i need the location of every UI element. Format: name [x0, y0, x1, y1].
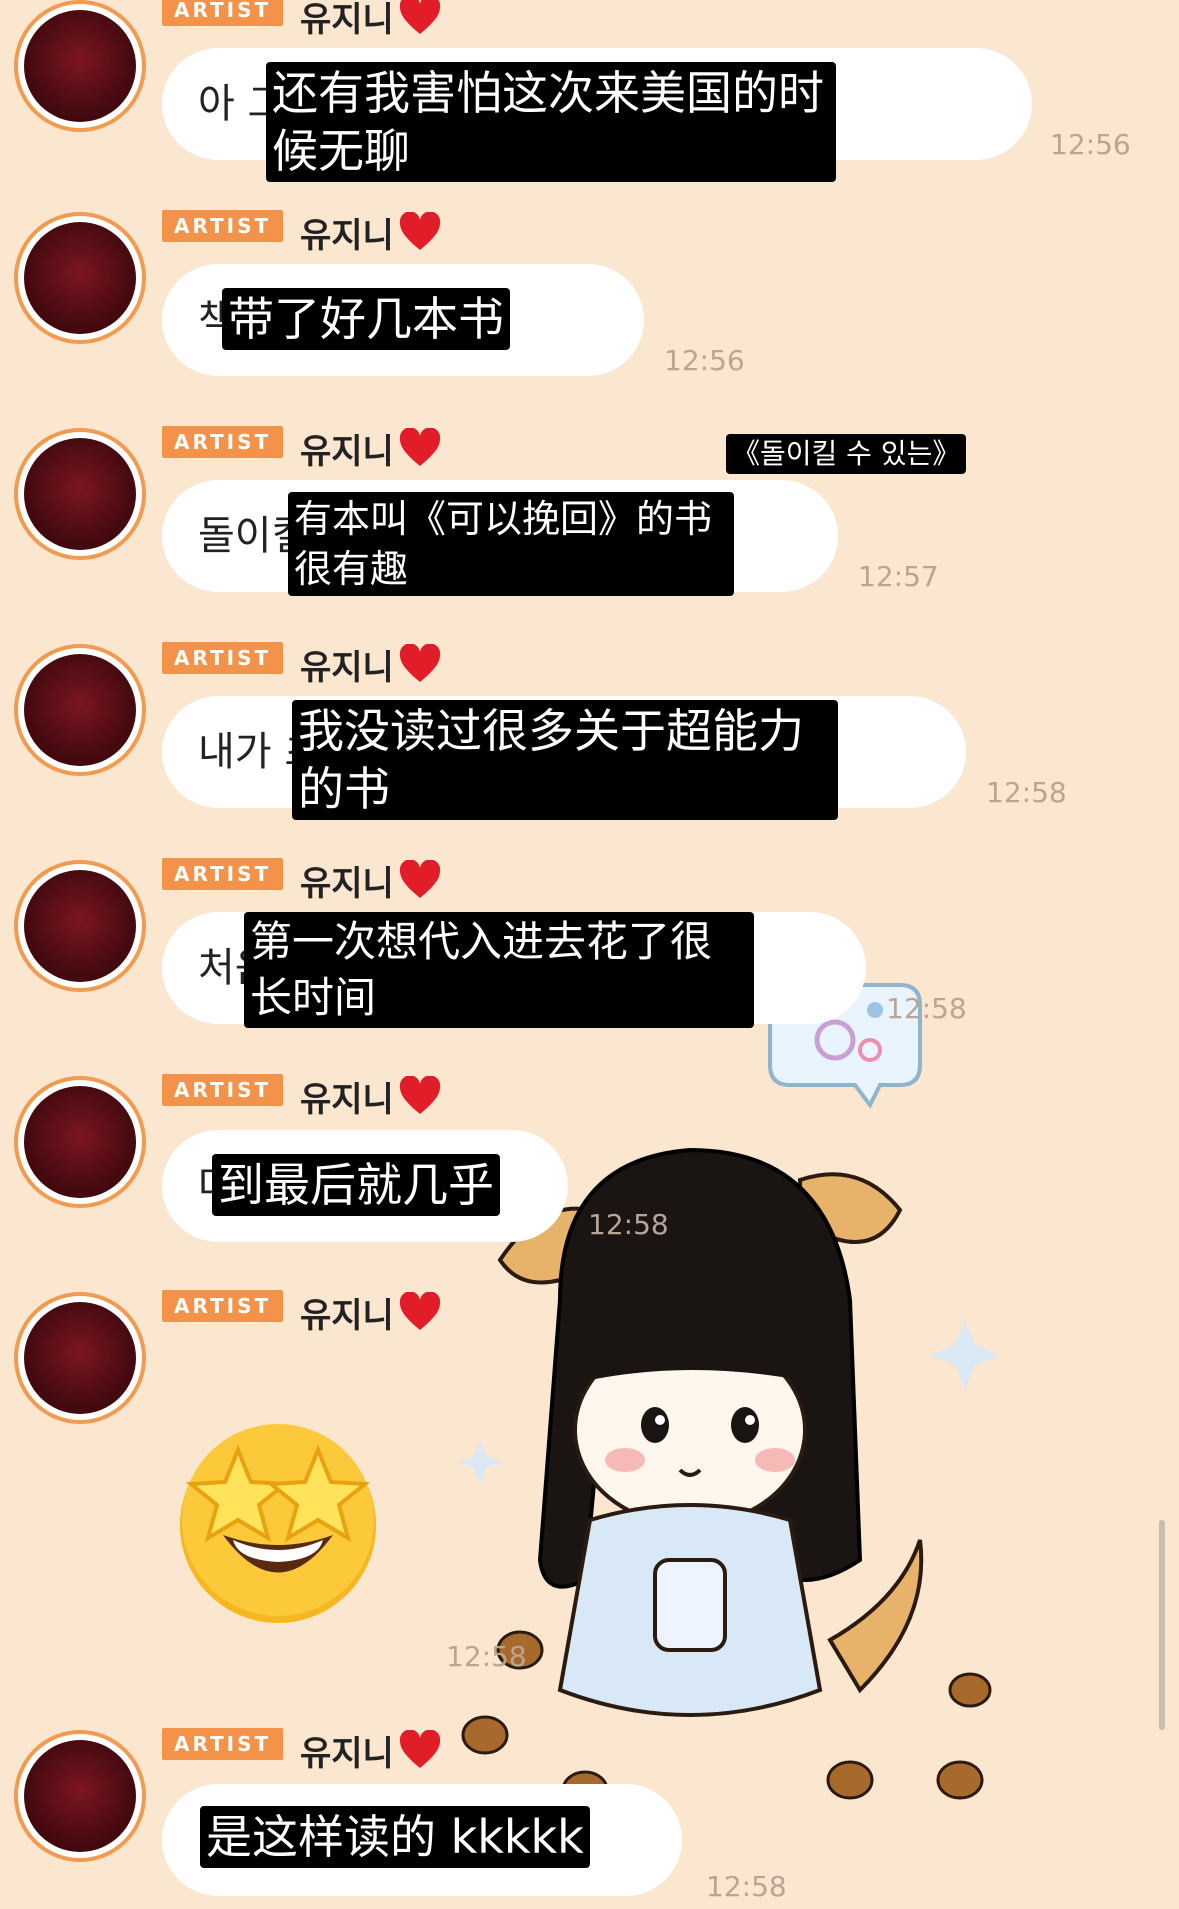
- avatar[interactable]: [14, 1076, 146, 1208]
- timestamp: 12:57: [858, 560, 939, 593]
- avatar[interactable]: [14, 212, 146, 344]
- avatar-image: [24, 870, 136, 982]
- heart-icon: [399, 0, 441, 34]
- translation-overlay: 还有我害怕这次来美国的时候无聊: [266, 62, 836, 182]
- sender-name: 유지니: [300, 1734, 394, 1774]
- sender-name: 유지니: [300, 864, 394, 904]
- avatar[interactable]: [14, 428, 146, 560]
- avatar-image: [24, 10, 136, 122]
- avatar-image: [24, 438, 136, 550]
- sender-name: 유지니: [300, 1296, 394, 1336]
- avatar-image: [24, 1302, 136, 1414]
- artist-badge: ARTIST: [162, 0, 284, 26]
- timestamp: 12:58: [446, 1640, 527, 1673]
- translation-overlay: 带了好几本书: [222, 288, 510, 350]
- timestamp: 12:58: [706, 1870, 787, 1903]
- timestamp: 12:58: [886, 992, 967, 1025]
- translation-overlay: 第一次想代入进去花了很长时间: [244, 912, 754, 1028]
- heart-icon: [399, 428, 441, 466]
- artist-badge: ARTIST: [162, 642, 284, 674]
- artist-badge: ARTIST: [162, 858, 284, 890]
- sender-name: 유지니: [300, 1080, 394, 1120]
- avatar[interactable]: [14, 0, 146, 132]
- avatar[interactable]: [14, 1292, 146, 1424]
- artist-badge: ARTIST: [162, 1290, 284, 1322]
- translation-overlay: 到最后就几乎: [212, 1154, 500, 1216]
- avatar-image: [24, 1086, 136, 1198]
- timestamp: 12:56: [664, 344, 745, 377]
- heart-icon: [399, 212, 441, 250]
- translation-overlay: 我没读过很多关于超能力的书: [292, 700, 838, 820]
- sender-name: 유지니: [300, 648, 394, 688]
- heart-icon: [399, 644, 441, 682]
- timestamp: 12:56: [1050, 128, 1131, 161]
- sender-name: 유지니: [300, 432, 394, 472]
- heart-icon: [399, 1730, 441, 1768]
- translation-overlay: 是这样读的 kkkkk: [200, 1806, 590, 1868]
- avatar-image: [24, 222, 136, 334]
- avatar-image: [24, 1740, 136, 1852]
- timestamp: 12:58: [986, 776, 1067, 809]
- artist-badge: ARTIST: [162, 1074, 284, 1106]
- timestamp: 12:58: [588, 1208, 669, 1241]
- avatar-image: [24, 654, 136, 766]
- avatar[interactable]: [14, 1730, 146, 1862]
- title-note: 《돌이킬 수 있는》: [726, 434, 967, 474]
- heart-icon: [399, 860, 441, 898]
- scrollbar[interactable]: [1159, 1520, 1165, 1730]
- sender-name: 유지니: [300, 216, 394, 256]
- heart-icon: [399, 1076, 441, 1114]
- heart-icon: [399, 1292, 441, 1330]
- artist-badge: ARTIST: [162, 210, 284, 242]
- avatar[interactable]: [14, 644, 146, 776]
- artist-badge: ARTIST: [162, 426, 284, 458]
- artist-badge: ARTIST: [162, 1728, 284, 1760]
- translation-overlay: 有本叫《可以挽回》的书很有趣: [288, 492, 734, 596]
- avatar[interactable]: [14, 860, 146, 992]
- sender-name: 유지니: [300, 0, 394, 40]
- star-struck-emoji-icon[interactable]: [168, 1410, 388, 1630]
